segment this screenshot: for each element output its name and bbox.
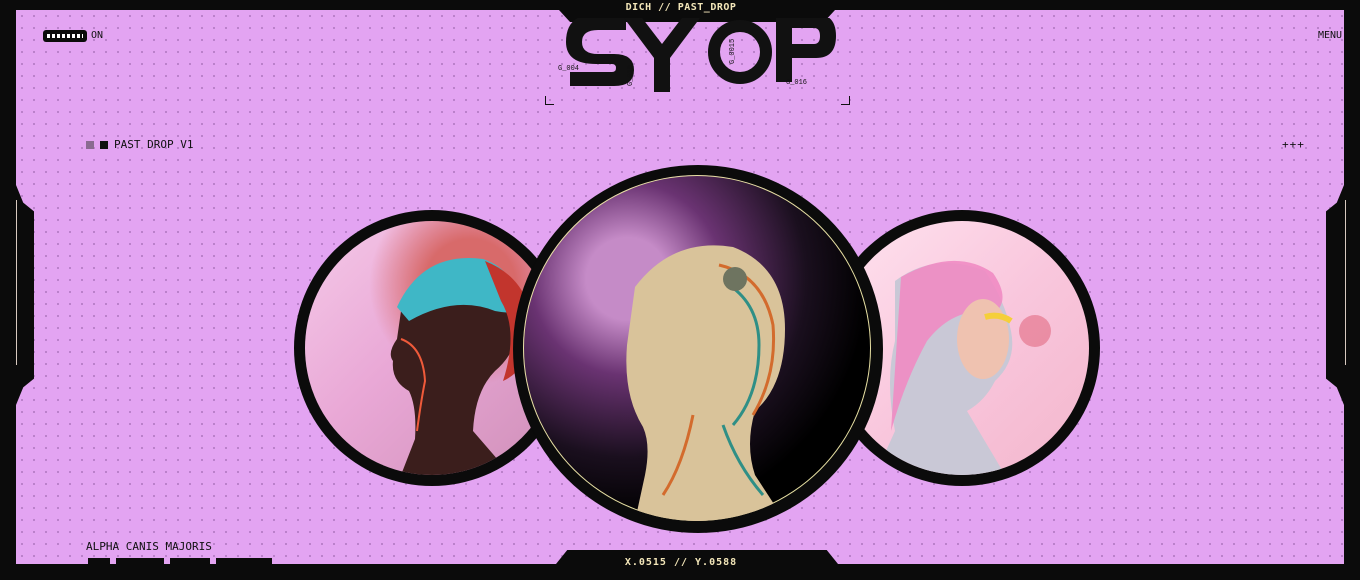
logo-corner-left — [545, 96, 554, 105]
logo-code-3: G_0015 — [729, 39, 737, 64]
menu-button[interactable]: MENU — [1318, 30, 1342, 41]
left-side-notch — [16, 185, 34, 405]
left-scroll-line — [16, 200, 17, 365]
logo-code-2: G_018 — [627, 65, 635, 86]
square-icon — [100, 140, 108, 149]
square-icon — [86, 140, 94, 149]
drop-title: PAST DROP V1 — [114, 138, 194, 151]
coordinates-readout: X.0515 // Y.0588 — [624, 557, 738, 568]
status-label: ON — [91, 30, 104, 41]
bottom-decoration — [88, 558, 272, 564]
center-portrait-image — [523, 175, 871, 521]
logo-corner-right — [841, 96, 850, 105]
drop-label: PAST DROP V1 — [86, 138, 193, 151]
gallery-item-center[interactable] — [513, 165, 883, 533]
status-indicator — [43, 30, 87, 42]
top-breadcrumb: DICH // PAST_DROP — [625, 2, 737, 13]
right-scroll-line — [1345, 200, 1346, 365]
logo-code-1: G_004 — [558, 65, 579, 73]
right-side-notch — [1326, 185, 1344, 405]
logo-code-4: G_016 — [786, 79, 807, 87]
stage: ON MENU G_004 G_018 G_0015 G_016 PAST DR… — [16, 10, 1344, 564]
logo: G_004 G_018 G_0015 G_016 — [544, 18, 850, 106]
plus-icons: +++ — [1282, 138, 1305, 151]
star-name: ALPHA CANIS MAJORIS — [86, 540, 212, 553]
